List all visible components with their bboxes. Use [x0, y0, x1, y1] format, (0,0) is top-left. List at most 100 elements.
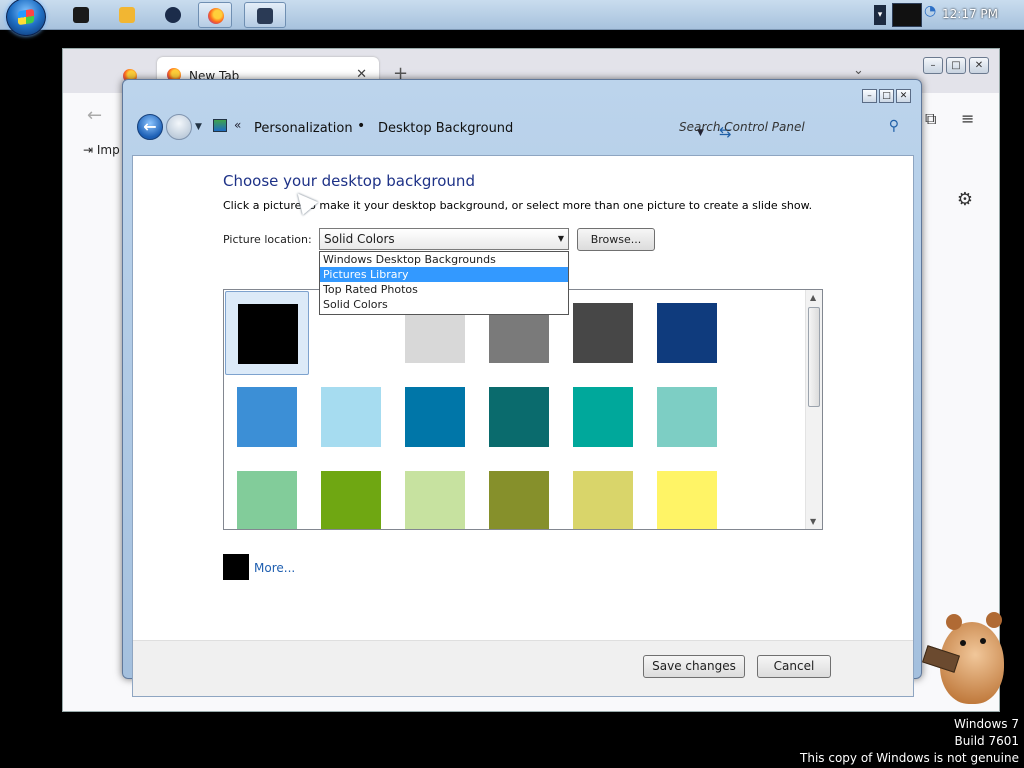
- color-swatch[interactable]: [645, 375, 729, 459]
- cancel-button[interactable]: Cancel: [757, 655, 831, 678]
- console-icon: [73, 7, 89, 23]
- color-swatch-fill: [405, 387, 465, 447]
- color-swatch-fill: [573, 303, 633, 363]
- taskbar-button-firefox[interactable]: [198, 2, 232, 28]
- windows-logo-icon: [18, 8, 34, 26]
- chevron-down-icon: ▼: [557, 234, 564, 243]
- tray-network-icon[interactable]: ◔: [924, 3, 938, 27]
- import-icon: ⇥: [83, 143, 97, 157]
- color-swatch-fill: [237, 387, 297, 447]
- taskbar-button-media[interactable]: [110, 2, 144, 28]
- firefox-icon: [208, 8, 224, 24]
- color-swatch[interactable]: [561, 375, 645, 459]
- dropdown-option-top-rated-photos[interactable]: Top Rated Photos: [320, 282, 568, 297]
- taskbar-button-console[interactable]: [64, 2, 98, 28]
- minimize-button[interactable]: –: [862, 89, 877, 103]
- hamster-eye: [980, 638, 986, 644]
- color-swatch-fill: [573, 387, 633, 447]
- breadcrumb-personalization[interactable]: Personalization: [254, 121, 353, 136]
- search-placeholder: Search Control Panel: [679, 120, 805, 134]
- dropdown-option-windows-backgrounds[interactable]: Windows Desktop Backgrounds: [320, 252, 568, 267]
- tray-monitor-icon[interactable]: [892, 3, 922, 27]
- extensions-icon[interactable]: ⧉: [925, 109, 936, 129]
- windows-watermark: Windows 7 Build 7601 This copy of Window…: [800, 716, 1019, 767]
- color-swatch[interactable]: [309, 459, 393, 529]
- color-swatch[interactable]: [393, 375, 477, 459]
- hamster-ear: [946, 614, 962, 630]
- color-swatch-fill: [657, 387, 717, 447]
- control-panel-icon: [213, 119, 227, 132]
- color-swatch-grid: ▲ ▼: [223, 289, 823, 530]
- color-swatch-fill: [321, 387, 381, 447]
- breadcrumb-overflow-icon[interactable]: «: [234, 118, 241, 132]
- monitor-app-icon: [257, 8, 273, 24]
- browse-button[interactable]: Browse...: [577, 228, 655, 251]
- color-swatch-fill: [657, 471, 717, 529]
- color-swatch-fill: [573, 471, 633, 529]
- maximize-button[interactable]: □: [879, 89, 894, 103]
- color-swatch[interactable]: [309, 375, 393, 459]
- scrollbar[interactable]: ▲ ▼: [805, 290, 822, 529]
- color-swatch[interactable]: [393, 459, 477, 529]
- color-swatch-fill: [238, 304, 298, 364]
- breadcrumb-separator-icon[interactable]: •: [357, 118, 365, 134]
- more-colors-link[interactable]: More...: [254, 561, 295, 575]
- color-swatch[interactable]: [645, 459, 729, 529]
- settings-app-icon: [165, 7, 181, 23]
- close-button[interactable]: ✕: [896, 89, 911, 103]
- taskbar: ▾ ◔ 12:17 PM: [0, 0, 1024, 36]
- list-all-tabs-icon[interactable]: ⌄: [853, 63, 864, 78]
- color-swatch[interactable]: [561, 291, 645, 375]
- picture-location-select[interactable]: Solid Colors ▼: [319, 228, 569, 250]
- taskbar-button-control-panel[interactable]: [244, 2, 286, 28]
- dropdown-option-pictures-library[interactable]: Pictures Library: [320, 267, 568, 282]
- color-swatch[interactable]: [225, 459, 309, 529]
- gear-icon[interactable]: ⚙: [957, 189, 973, 210]
- page-title: Choose your desktop background: [223, 172, 475, 190]
- hamster-mascot-image: [920, 602, 1010, 710]
- color-swatch-fill: [405, 471, 465, 529]
- scroll-down-icon[interactable]: ▼: [810, 517, 816, 526]
- color-swatch[interactable]: [225, 375, 309, 459]
- picture-location-value: Solid Colors: [324, 232, 395, 246]
- scroll-up-icon[interactable]: ▲: [810, 293, 816, 302]
- color-swatch-fill: [489, 387, 549, 447]
- color-swatch[interactable]: [225, 291, 309, 375]
- breadcrumb-desktop-background[interactable]: Desktop Background: [378, 121, 513, 136]
- color-swatch[interactable]: [477, 375, 561, 459]
- dropdown-option-solid-colors[interactable]: Solid Colors: [320, 297, 568, 312]
- import-bookmarks-item[interactable]: ⇥ Imp: [83, 143, 120, 157]
- more-color-swatch[interactable]: [223, 554, 249, 580]
- media-player-icon: [119, 7, 135, 23]
- color-swatch[interactable]: [645, 291, 729, 375]
- start-button[interactable]: [6, 0, 46, 36]
- color-swatch-fill: [657, 303, 717, 363]
- close-button[interactable]: ✕: [969, 57, 989, 74]
- color-swatch[interactable]: [561, 459, 645, 529]
- menu-icon[interactable]: ≡: [961, 109, 974, 128]
- back-arrow-icon[interactable]: ←: [87, 105, 102, 126]
- forward-button[interactable]: [166, 114, 192, 140]
- address-bar[interactable]: « Personalization • Desktop Background ▼…: [207, 115, 732, 141]
- hamster-ear: [986, 612, 1002, 628]
- search-icon[interactable]: ⚲: [889, 118, 899, 134]
- clock[interactable]: 12:17 PM: [942, 7, 998, 21]
- show-hidden-icons-button[interactable]: ▾: [874, 5, 886, 25]
- watermark-genuine-notice: This copy of Windows is not genuine: [800, 751, 1019, 765]
- maximize-button[interactable]: □: [946, 57, 966, 74]
- minimize-button[interactable]: –: [923, 57, 943, 74]
- scrollbar-thumb[interactable]: [808, 307, 820, 407]
- taskbar-button-settings[interactable]: [156, 2, 190, 28]
- watermark-version: Windows 7: [953, 717, 1019, 731]
- search-input[interactable]: Search Control Panel ⚲: [669, 116, 903, 138]
- back-button[interactable]: ←: [137, 114, 163, 140]
- dialog-footer: Save changes Cancel: [133, 640, 913, 696]
- color-swatch-fill: [489, 471, 549, 529]
- picture-location-label: Picture location:: [223, 233, 312, 246]
- control-panel-window: – □ ✕ ← ▼ « Personalization • Desktop Back…: [122, 79, 922, 697]
- color-swatch[interactable]: [477, 459, 561, 529]
- recent-pages-chevron-down-icon[interactable]: ▼: [195, 122, 202, 132]
- content-pane: Choose your desktop background Click a p…: [132, 155, 914, 697]
- watermark-build: Build 7601: [954, 734, 1019, 748]
- save-changes-button[interactable]: Save changes: [643, 655, 745, 678]
